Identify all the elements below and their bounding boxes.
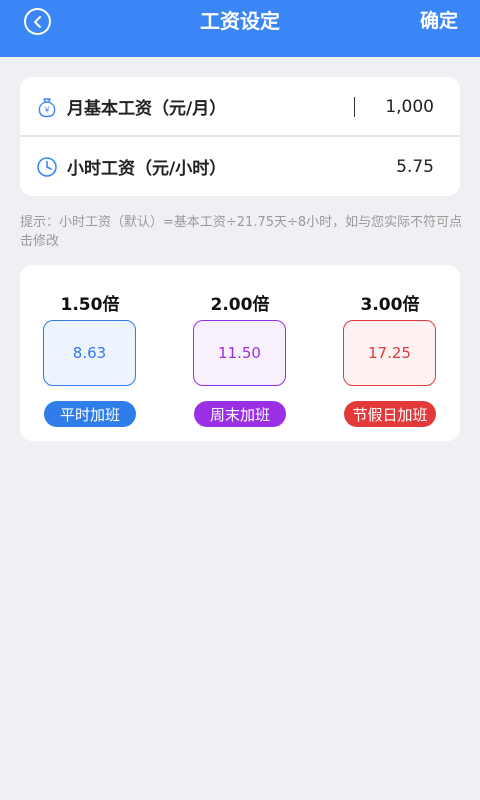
overtime-weekday: 1.50倍 8.63 平时加班 bbox=[30, 265, 150, 441]
overtime-holiday: 3.00倍 17.25 节假日加班 bbox=[330, 265, 450, 441]
overtime-type-badge: 节假日加班 bbox=[344, 401, 436, 427]
overtime-card: 1.50倍 8.63 平时加班 2.00倍 11.50 周末加班 3.00倍 1… bbox=[20, 265, 460, 441]
hourly-salary-row[interactable]: 小时工资（元/小时） 5.75 bbox=[20, 137, 460, 196]
overtime-type-badge: 平时加班 bbox=[44, 401, 136, 427]
monthly-salary-label: 月基本工资（元/月） bbox=[67, 99, 227, 119]
overtime-weekend: 2.00倍 11.50 周末加班 bbox=[180, 265, 300, 441]
money-bag-icon: ¥ bbox=[38, 97, 56, 117]
overtime-multiplier: 1.50倍 bbox=[60, 295, 120, 315]
clock-icon bbox=[37, 156, 57, 177]
overtime-multiplier: 2.00倍 bbox=[210, 295, 270, 315]
hourly-salary-value: 5.75 bbox=[396, 156, 434, 177]
overtime-rate-box[interactable]: 11.50 bbox=[193, 320, 286, 386]
monthly-salary-row[interactable]: ¥ 月基本工资（元/月） bbox=[20, 77, 460, 136]
monthly-salary-value-wrap bbox=[354, 96, 434, 117]
page-title: 工资设定 bbox=[200, 9, 280, 33]
app-header: 工资设定 确定 bbox=[0, 0, 480, 57]
overtime-rate-box[interactable]: 17.25 bbox=[343, 320, 436, 386]
svg-text:¥: ¥ bbox=[44, 105, 49, 114]
salary-card: ¥ 月基本工资（元/月） 小时工资（元/小时） 5.75 bbox=[20, 77, 460, 196]
overtime-multiplier: 3.00倍 bbox=[360, 295, 420, 315]
confirm-button[interactable]: 确定 bbox=[420, 8, 458, 34]
overtime-type-badge: 周末加班 bbox=[194, 401, 286, 427]
hourly-salary-label: 小时工资（元/小时） bbox=[67, 159, 227, 179]
overtime-rate-box[interactable]: 8.63 bbox=[43, 320, 136, 386]
monthly-salary-input[interactable] bbox=[354, 96, 434, 117]
hint-text: 提示：小时工资（默认）=基本工资÷21.75天÷8小时，如与您实际不符可点击修改 bbox=[20, 215, 463, 249]
